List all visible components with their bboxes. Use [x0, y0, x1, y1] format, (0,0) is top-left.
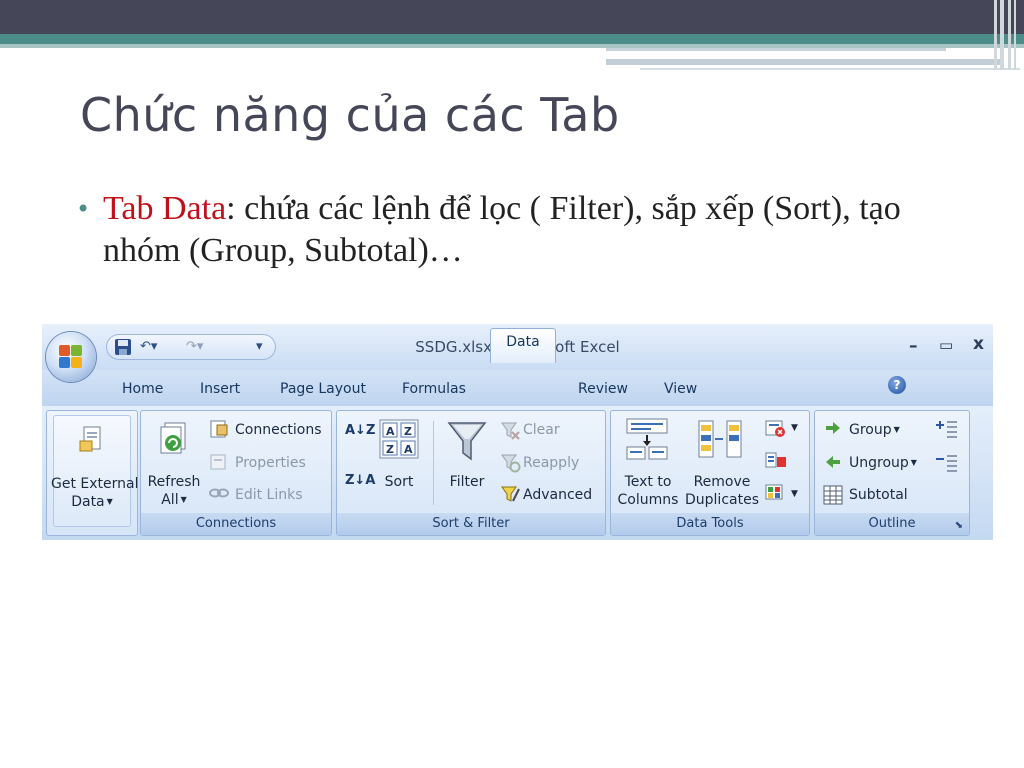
minimize-button[interactable]: – — [909, 336, 918, 356]
connections-button[interactable]: Connections — [235, 421, 322, 439]
get-external-data-label1: Get External — [51, 476, 139, 492]
save-icon[interactable] — [114, 338, 132, 356]
tab-review[interactable]: Review — [578, 380, 628, 398]
office-button[interactable] — [46, 332, 96, 382]
consolidate-icon[interactable] — [765, 451, 787, 471]
bullet-highlight: Tab Data — [103, 190, 227, 227]
dropdown-arrow-icon: ▼ — [910, 458, 917, 467]
group-connections: Refresh All ▼ Connections Properties Edit… — [140, 410, 332, 536]
remove-duplicates-label1[interactable]: Remove — [685, 473, 759, 491]
properties-button[interactable]: Properties — [235, 454, 306, 472]
slide-teal-stripe — [0, 34, 1024, 44]
what-if-analysis-icon[interactable] — [765, 483, 787, 503]
tab-page-layout[interactable]: Page Layout — [280, 380, 366, 398]
filter-button[interactable]: Filter — [441, 473, 493, 491]
tab-view[interactable]: View — [664, 380, 697, 398]
slide-deco-line — [606, 59, 1004, 65]
maximize-button[interactable]: ▭ — [939, 335, 953, 355]
bullet-text: Tab Data: chứa các lệnh để lọc ( Filter)… — [103, 188, 976, 272]
redo-icon[interactable]: ↷▾ — [186, 337, 203, 357]
connections-icon — [210, 420, 228, 438]
clear-button[interactable]: Clear — [523, 421, 560, 439]
filter-icon[interactable] — [447, 419, 487, 463]
remove-duplicates-label2[interactable]: Duplicates — [683, 491, 761, 509]
customize-qat-icon[interactable]: ▾ — [256, 337, 263, 357]
remove-duplicates-icon[interactable] — [697, 417, 743, 461]
group-arrow-icon — [826, 422, 840, 434]
svg-text:Z: Z — [386, 443, 394, 456]
group-data-tools: Text to Columns Remove Duplicates ▼ ▼ Da… — [610, 410, 810, 536]
properties-icon — [210, 454, 226, 470]
undo-icon[interactable]: ↶▾ — [140, 337, 157, 357]
tab-home[interactable]: Home — [122, 380, 163, 398]
group-label-data-tools: Data Tools — [611, 513, 809, 535]
refresh-all-icon[interactable] — [157, 421, 191, 459]
tab-insert[interactable]: Insert — [200, 380, 240, 398]
reapply-button[interactable]: Reapply — [523, 454, 579, 472]
tab-data-label: Data — [506, 334, 540, 350]
subtotal-icon — [823, 485, 843, 505]
sort-za-button[interactable]: Z↓A — [345, 474, 375, 487]
dropdown-arrow-icon: ▼ — [893, 425, 900, 434]
dropdown-arrow-icon[interactable]: ▼ — [791, 485, 798, 503]
text-to-columns-icon[interactable] — [625, 417, 669, 461]
group-get-external-data: Get External Data ▼ — [46, 410, 139, 536]
tab-formulas[interactable]: Formulas — [402, 380, 466, 398]
show-detail-icon[interactable] — [935, 419, 959, 439]
edit-links-icon — [209, 488, 229, 498]
dropdown-arrow-icon: ▼ — [180, 495, 187, 504]
slide-title: Chức năng của các Tab — [80, 88, 620, 142]
group-sort-filter: A↓Z Z↓A A Z Z A Sort Filter Clear Reappl… — [336, 410, 606, 536]
dropdown-arrow-icon[interactable]: ▼ — [791, 419, 798, 437]
tab-data[interactable]: Data — [490, 328, 556, 363]
reapply-icon — [501, 454, 521, 473]
svg-text:Z: Z — [404, 425, 412, 438]
svg-text:A: A — [404, 443, 413, 456]
advanced-button[interactable]: Advanced — [523, 486, 592, 504]
get-external-data-label2: Data ▼ — [71, 494, 113, 510]
dropdown-arrow-icon: ▼ — [106, 497, 113, 506]
group-button[interactable]: Group ▼ — [849, 421, 900, 439]
excel-window: SSDG.xlsx - Microsoft Excel – ▭ x ↶▾ ↷▾ … — [42, 324, 993, 540]
close-button[interactable]: x — [973, 334, 984, 354]
bullet-item: • Tab Data: chứa các lệnh để lọc ( Filte… — [76, 188, 976, 272]
text-to-columns-label1[interactable]: Text to — [611, 473, 685, 491]
sort-az-button[interactable]: A↓Z — [345, 424, 375, 437]
sort-icon[interactable]: A Z Z A — [379, 419, 419, 459]
subtotal-button[interactable]: Subtotal — [849, 486, 908, 504]
ribbon-tabs: Home Insert Page Layout Formulas Review … — [42, 370, 993, 440]
edit-links-button[interactable]: Edit Links — [235, 486, 303, 504]
ungroup-button[interactable]: Ungroup ▼ — [849, 454, 917, 472]
svg-text:A: A — [386, 425, 395, 438]
group-outline: Group ▼ Ungroup ▼ Subtotal Outline ⬊ — [814, 410, 970, 536]
ungroup-arrow-icon — [826, 456, 840, 468]
quick-access-toolbar: ↶▾ ↷▾ ▾ — [106, 334, 276, 360]
slide-top-band — [0, 0, 1024, 34]
sort-button[interactable]: Sort — [377, 473, 421, 491]
get-external-data-button[interactable]: Get External Data ▼ — [51, 415, 139, 527]
bullet-dot: • — [76, 195, 91, 223]
slide-deco-line — [606, 48, 946, 51]
refresh-all-label2[interactable]: All ▼ — [141, 491, 207, 509]
data-validation-icon[interactable] — [765, 419, 787, 439]
slide-deco-bar — [1008, 0, 1011, 70]
slide-deco-bar — [1000, 0, 1004, 70]
office-logo-icon — [59, 345, 83, 369]
slide-deco-bar — [994, 0, 997, 70]
external-data-icon — [79, 426, 101, 452]
group-label-outline: Outline — [815, 513, 969, 535]
slide-deco-line — [640, 68, 1020, 70]
advanced-filter-icon — [501, 486, 520, 502]
clear-filter-icon — [501, 422, 520, 440]
refresh-all-label1[interactable]: Refresh — [141, 473, 207, 491]
dialog-launcher-icon[interactable]: ⬊ — [955, 520, 963, 531]
text-to-columns-label2[interactable]: Columns — [611, 491, 685, 509]
help-icon[interactable]: ? — [888, 376, 906, 394]
slide-deco-bar — [1014, 0, 1016, 70]
hide-detail-icon[interactable] — [935, 453, 959, 473]
separator — [433, 421, 434, 505]
group-label-connections: Connections — [141, 513, 331, 535]
group-label-sort-filter: Sort & Filter — [337, 513, 605, 535]
